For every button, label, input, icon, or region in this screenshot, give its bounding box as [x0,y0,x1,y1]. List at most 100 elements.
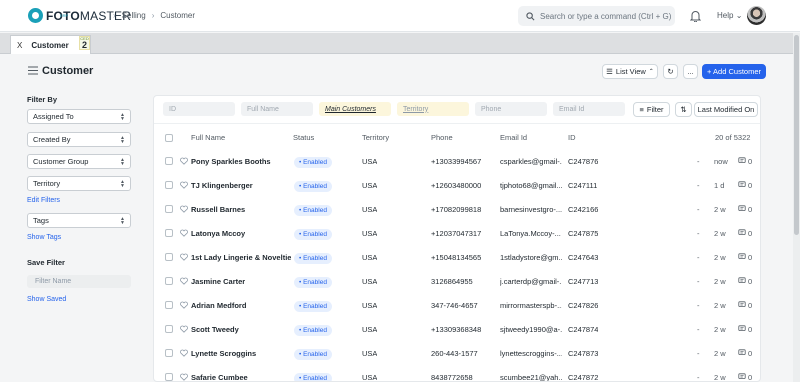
refresh-button[interactable]: ↻ [663,64,678,79]
heart-icon[interactable] [180,229,188,237]
id-filter-input[interactable]: ID [163,102,235,116]
header-email[interactable]: Email Id [500,133,527,142]
page-scrollbar[interactable] [793,33,800,382]
assigned-to-select[interactable]: Assigned To ▲ ▼ [27,109,131,124]
heart-icon[interactable] [180,205,188,213]
table-row[interactable]: Jasmine Carter • Enabled USA 3126864955 j.ca… [154,269,760,293]
territory-filter-input[interactable]: Territory [397,102,469,116]
territory-select[interactable]: Territory ▲ ▼ [27,176,131,191]
comment-icon[interactable] [738,253,746,261]
comment-icon[interactable] [738,157,746,165]
more-button[interactable]: ... [683,64,698,79]
comment-icon[interactable] [738,181,746,189]
tags-select[interactable]: Tags ▲ ▼ [27,213,131,228]
table-row[interactable]: Russell Barnes • Enabled USA +17082099818 ba… [154,197,760,221]
table-row[interactable]: Scott Tweedy • Enabled USA +13309368348 sjtw… [154,317,760,341]
row-checkbox[interactable] [165,373,173,381]
add-customer-button[interactable]: + Add Customer [702,64,766,79]
header-status[interactable]: Status [293,133,314,142]
modified-time: 2 w [714,373,726,382]
table-row[interactable]: Adrian Medford • Enabled USA 347-746-4657 mi… [154,293,760,317]
heart-icon[interactable] [180,301,188,309]
customer-name[interactable]: Russell Barnes [191,205,245,214]
full-name-filter-input[interactable]: Full Name [241,102,313,116]
breadcrumb-customer[interactable]: Customer [160,11,195,20]
show-saved-link[interactable]: Show Saved [27,296,66,303]
row-checkbox[interactable] [165,301,173,309]
header-phone[interactable]: Phone [431,133,453,142]
customer-name[interactable]: Scott Tweedy [191,325,239,334]
id-cell: C247874 [568,325,599,334]
status-badge: • Enabled [294,277,332,288]
heart-icon[interactable] [180,373,188,381]
heart-icon[interactable] [180,349,188,357]
row-checkbox[interactable] [165,229,173,237]
table-row[interactable]: Safarie Cumbee • Enabled USA 8438772658 scum… [154,365,760,382]
sort-by-button[interactable]: Last Modified On [694,102,758,117]
comment-icon[interactable] [738,301,746,309]
comment-icon[interactable] [738,325,746,333]
edit-filters-link[interactable]: Edit Filters [27,197,60,204]
phone-filter-input[interactable]: Phone [475,102,547,116]
heart-icon[interactable] [180,277,188,285]
row-checkbox[interactable] [165,325,173,333]
row-checkbox[interactable] [165,181,173,189]
header-territory[interactable]: Territory [362,133,389,142]
save-filter-label: Save Filter [27,258,65,267]
row-checkbox[interactable] [165,349,173,357]
email-cell: csparkles@gmail-... [500,157,562,166]
table-row[interactable]: TJ Klingenberger • Enabled USA +12603480000… [154,173,760,197]
heart-icon[interactable] [180,157,188,165]
help-dropdown[interactable]: Help ⌄ [717,11,742,20]
heart-icon[interactable] [180,253,188,261]
sort-order-button[interactable]: ⇅ [675,102,692,117]
filter-button[interactable]: ≡ Filter [633,102,670,117]
customer-name[interactable]: Safarie Cumbee [191,373,248,381]
search-bar[interactable]: Search or type a command (Ctrl + G) [518,6,675,26]
id-cell: C247873 [568,349,599,358]
territory-cell: USA [362,205,378,214]
filter-name-input[interactable]: Filter Name [27,275,131,288]
table-row[interactable]: Pony Sparkles Booths • Enabled USA +1303399… [154,149,760,173]
heart-icon[interactable] [180,325,188,333]
close-icon[interactable]: X [17,41,22,50]
comment-icon[interactable] [738,229,746,237]
table-row[interactable]: 1st Lady Lingerie & Novelties • Enabled US… [154,245,760,269]
comment-icon[interactable] [738,373,746,381]
chevron-right-icon: › [113,11,116,20]
header-full-name[interactable]: Full Name [191,133,225,142]
comment-icon[interactable] [738,277,746,285]
row-checkbox[interactable] [165,253,173,261]
customer-name[interactable]: Pony Sparkles Booths [191,157,271,166]
table-row[interactable]: Lynette Scroggins • Enabled USA 260-443-157… [154,341,760,365]
header-id[interactable]: ID [568,133,576,142]
menu-icon[interactable] [28,66,38,75]
scrollbar-thumb[interactable] [794,35,799,235]
customer-name[interactable]: Latonya Mccoy [191,229,245,238]
breadcrumb-selling[interactable]: Selling [122,11,146,20]
show-tags-link[interactable]: Show Tags [27,234,61,241]
customer-group-select[interactable]: Customer Group ▲ ▼ [27,154,131,169]
comment-icon[interactable] [738,349,746,357]
customer-name[interactable]: 1st Lady Lingerie & Novelties [191,253,291,262]
customer-name[interactable]: Lynette Scroggins [191,349,256,358]
bell-icon[interactable] [690,10,701,22]
select-all-checkbox[interactable] [165,134,173,142]
customer-name[interactable]: TJ Klingenberger [191,181,253,190]
tab-bar: X Customer CED 2 [0,33,800,54]
created-by-select[interactable]: Created By ▲ ▼ [27,132,131,147]
row-checkbox[interactable] [165,205,173,213]
avatar[interactable] [747,6,766,25]
updown-icon: ▲ ▼ [120,179,125,189]
comment-icon[interactable] [738,205,746,213]
territory-cell: USA [362,325,378,334]
main-customers-filter[interactable]: Main Customers [319,102,391,116]
customer-name[interactable]: Adrian Medford [191,301,246,310]
email-filter-input[interactable]: Email Id [553,102,625,116]
row-checkbox[interactable] [165,157,173,165]
heart-icon[interactable] [180,181,188,189]
list-view-dropdown[interactable]: ☰ List View ⌃ [602,64,658,79]
row-checkbox[interactable] [165,277,173,285]
table-row[interactable]: Latonya Mccoy • Enabled USA +12037047317 LaT… [154,221,760,245]
customer-name[interactable]: Jasmine Carter [191,277,245,286]
